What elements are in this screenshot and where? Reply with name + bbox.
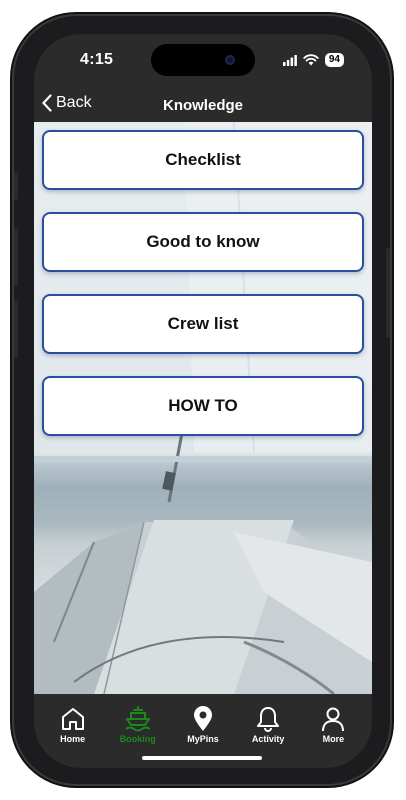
wifi-icon	[303, 54, 319, 66]
battery-indicator: 94	[324, 53, 344, 67]
person-icon	[322, 707, 345, 732]
checklist-button[interactable]: Checklist	[42, 130, 364, 190]
cellular-signal-icon	[282, 54, 297, 66]
tab-booking-label: Booking	[119, 734, 156, 744]
content-area: Checklist Good to know Crew list HOW TO	[34, 122, 372, 694]
map-pin-icon	[193, 706, 212, 731]
home-icon	[61, 708, 84, 730]
tab-more-label: More	[322, 734, 345, 744]
status-icons: 94	[282, 53, 344, 67]
status-time: 4:15	[80, 51, 114, 68]
tab-booking[interactable]: Booking	[107, 704, 169, 744]
boat-icon	[125, 706, 151, 732]
power-button	[386, 248, 390, 338]
status-bar: 4:15 94	[34, 34, 372, 88]
bell-icon	[257, 707, 280, 732]
tab-home-label: Home	[60, 734, 86, 744]
tab-activity[interactable]: Activity	[237, 704, 299, 744]
page-title: Knowledge	[162, 97, 243, 114]
tab-mypins[interactable]: MyPins	[172, 704, 234, 744]
tab-mypins-label: MyPins	[187, 734, 219, 744]
home-indicator[interactable]	[142, 756, 262, 760]
tab-home[interactable]: Home	[42, 704, 104, 744]
crew-list-button[interactable]: Crew list	[42, 294, 364, 354]
knowledge-menu: Checklist Good to know Crew list HOW TO	[42, 130, 364, 458]
tab-activity-label: Activity	[251, 734, 285, 744]
volume-up-button	[14, 228, 18, 286]
camera-icon	[225, 55, 235, 65]
tab-bar: Home Booking MyPins Activity More	[34, 694, 372, 768]
dynamic-island	[151, 44, 255, 76]
navigation-bar: Back Knowledge	[34, 88, 372, 122]
screen: 4:15 94 Back Knowledge Checklist Good to…	[34, 34, 372, 768]
volume-down-button	[14, 300, 18, 358]
how-to-button[interactable]: HOW TO	[42, 376, 364, 436]
action-button	[14, 172, 18, 200]
tab-more[interactable]: More	[302, 704, 364, 744]
good-to-know-button[interactable]: Good to know	[42, 212, 364, 272]
